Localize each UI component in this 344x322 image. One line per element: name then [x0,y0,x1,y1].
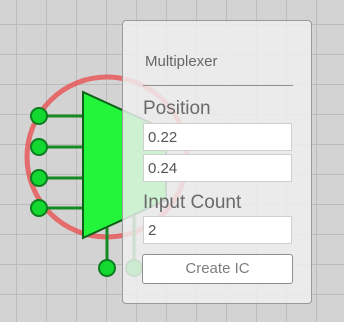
properties-panel: Multiplexer Position 0.22 0.24 Input Cou… [122,20,312,304]
input-pin-2[interactable] [30,169,48,187]
input-count-input[interactable]: 2 [143,216,292,244]
select-pin-0[interactable] [98,259,116,277]
panel-divider [143,85,293,86]
create-ic-button[interactable]: Create IC [142,254,293,284]
input-count-label: Input Count [143,192,242,213]
position-label: Position [143,98,211,119]
position-x-input[interactable]: 0.22 [143,123,292,151]
panel-title: Multiplexer [145,53,218,70]
position-y-input[interactable]: 0.24 [143,154,292,182]
input-wires [39,114,83,210]
input-pin-1[interactable] [30,138,48,156]
input-pin-3[interactable] [30,199,48,217]
input-pin-0[interactable] [30,107,48,125]
